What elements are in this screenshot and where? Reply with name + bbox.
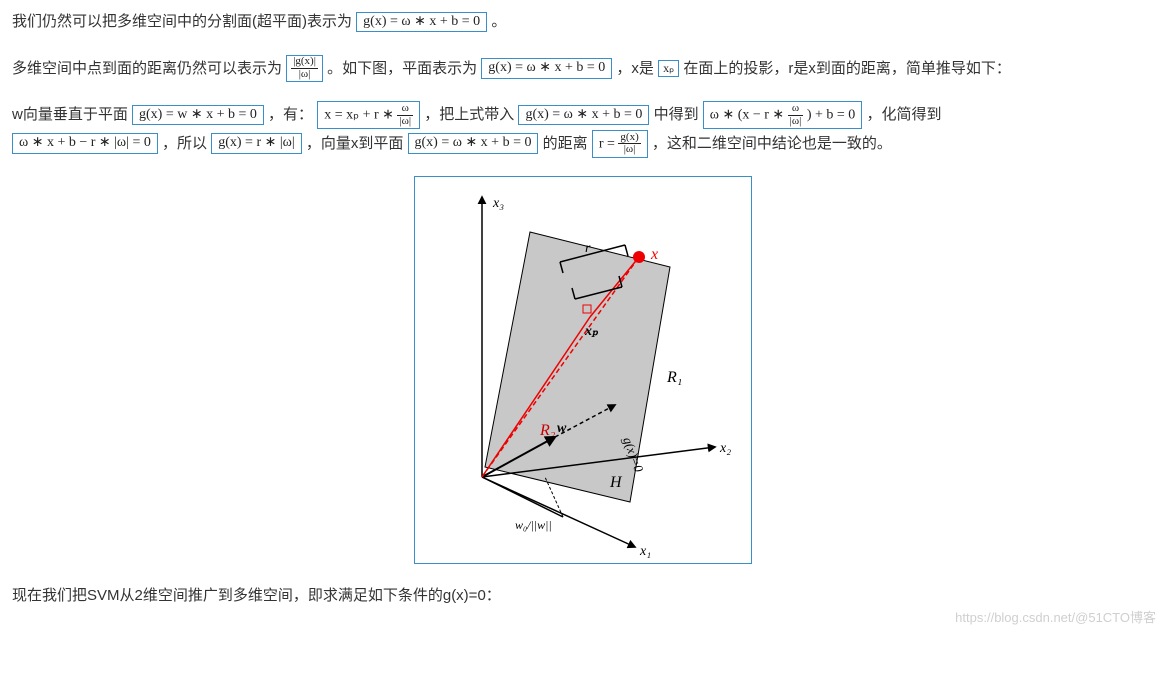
formula-w-plane: g(x) = w ∗ x + b = 0: [132, 105, 264, 126]
text: 的距离: [543, 135, 588, 152]
text: 现在我们把SVM从2维空间推广到多维空间，即求满足如下条件的g(x)=0：: [12, 587, 501, 604]
paragraph-1: 我们仍然可以把多维空间中的分割面(超平面)表示为 g(x) = ω ∗ x + …: [12, 8, 1154, 37]
formula-distance-frac: |g(x)||ω|: [286, 55, 323, 81]
text: 。如下图，平面表示为: [327, 60, 477, 77]
paragraph-4: 现在我们把SVM从2维空间推广到多维空间，即求满足如下条件的g(x)=0：: [12, 582, 1154, 611]
formula-r-eq: r = g(x)|ω|: [592, 130, 648, 158]
figure-wrap: R₁ R₂ H g(x)=0 x₃ x₂ x₁ w w₀/||w|| x: [12, 176, 1154, 564]
svg-text:w₀/||w||: w₀/||w||: [515, 518, 552, 532]
formula-plane-eq: g(x) = ω ∗ x + b = 0: [481, 58, 612, 79]
formula-gx-rw: g(x) = r ∗ |ω|: [211, 133, 301, 154]
text: w向量垂直于平面: [12, 106, 128, 123]
formula-plane-eq-2: g(x) = ω ∗ x + b = 0: [408, 133, 539, 154]
svg-text:xₚ: xₚ: [584, 324, 599, 339]
figure-hyperplane-diagram: R₁ R₂ H g(x)=0 x₃ x₂ x₁ w w₀/||w|| x: [414, 176, 752, 564]
text: ，化简得到: [866, 106, 941, 123]
formula-simplified: ω ∗ x + b − r ∗ |ω| = 0: [12, 133, 158, 154]
paragraph-2: 多维空间中点到面的距离仍然可以表示为 |g(x)||ω| 。如下图，平面表示为 …: [12, 55, 1154, 84]
text: 我们仍然可以把多维空间中的分割面(超平面)表示为: [12, 13, 352, 30]
text: ，向量x到平面: [306, 135, 404, 152]
text: 多维空间中点到面的距离仍然可以表示为: [12, 60, 282, 77]
text: 中得到: [654, 106, 699, 123]
formula-substitute-into: g(x) = ω ∗ x + b = 0: [518, 105, 649, 126]
text: 。: [491, 13, 506, 30]
svg-text:R₂: R₂: [539, 422, 556, 439]
svg-text:R₁: R₁: [666, 369, 682, 386]
formula-expanded: ω ∗ (x − r ∗ ω|ω| ) + b = 0: [703, 101, 863, 129]
svg-text:x₃: x₃: [492, 196, 504, 211]
svg-text:H: H: [609, 474, 623, 491]
text: ，所以: [162, 135, 207, 152]
formula-xp: xₚ: [658, 60, 679, 76]
svg-text:x₁: x₁: [639, 544, 651, 559]
text: ，这和二维空间中结论也是一致的。: [652, 135, 892, 152]
svg-text:x: x: [650, 246, 658, 263]
svg-text:r: r: [585, 241, 591, 256]
text: ，x是: [616, 60, 654, 77]
formula-hyperplane: g(x) = ω ∗ x + b = 0: [356, 12, 487, 33]
text: 在面上的投影，r是x到面的距离，简单推导如下：: [683, 60, 1011, 77]
formula-x-eq: x = xₚ + r ∗ ω|ω|: [317, 101, 420, 129]
paragraph-3: w向量垂直于平面 g(x) = w ∗ x + b = 0 ，有： x = xₚ…: [12, 101, 1154, 158]
text: ，有：: [268, 106, 313, 123]
svg-text:x₂: x₂: [719, 441, 731, 456]
text: ，把上式带入: [424, 106, 514, 123]
